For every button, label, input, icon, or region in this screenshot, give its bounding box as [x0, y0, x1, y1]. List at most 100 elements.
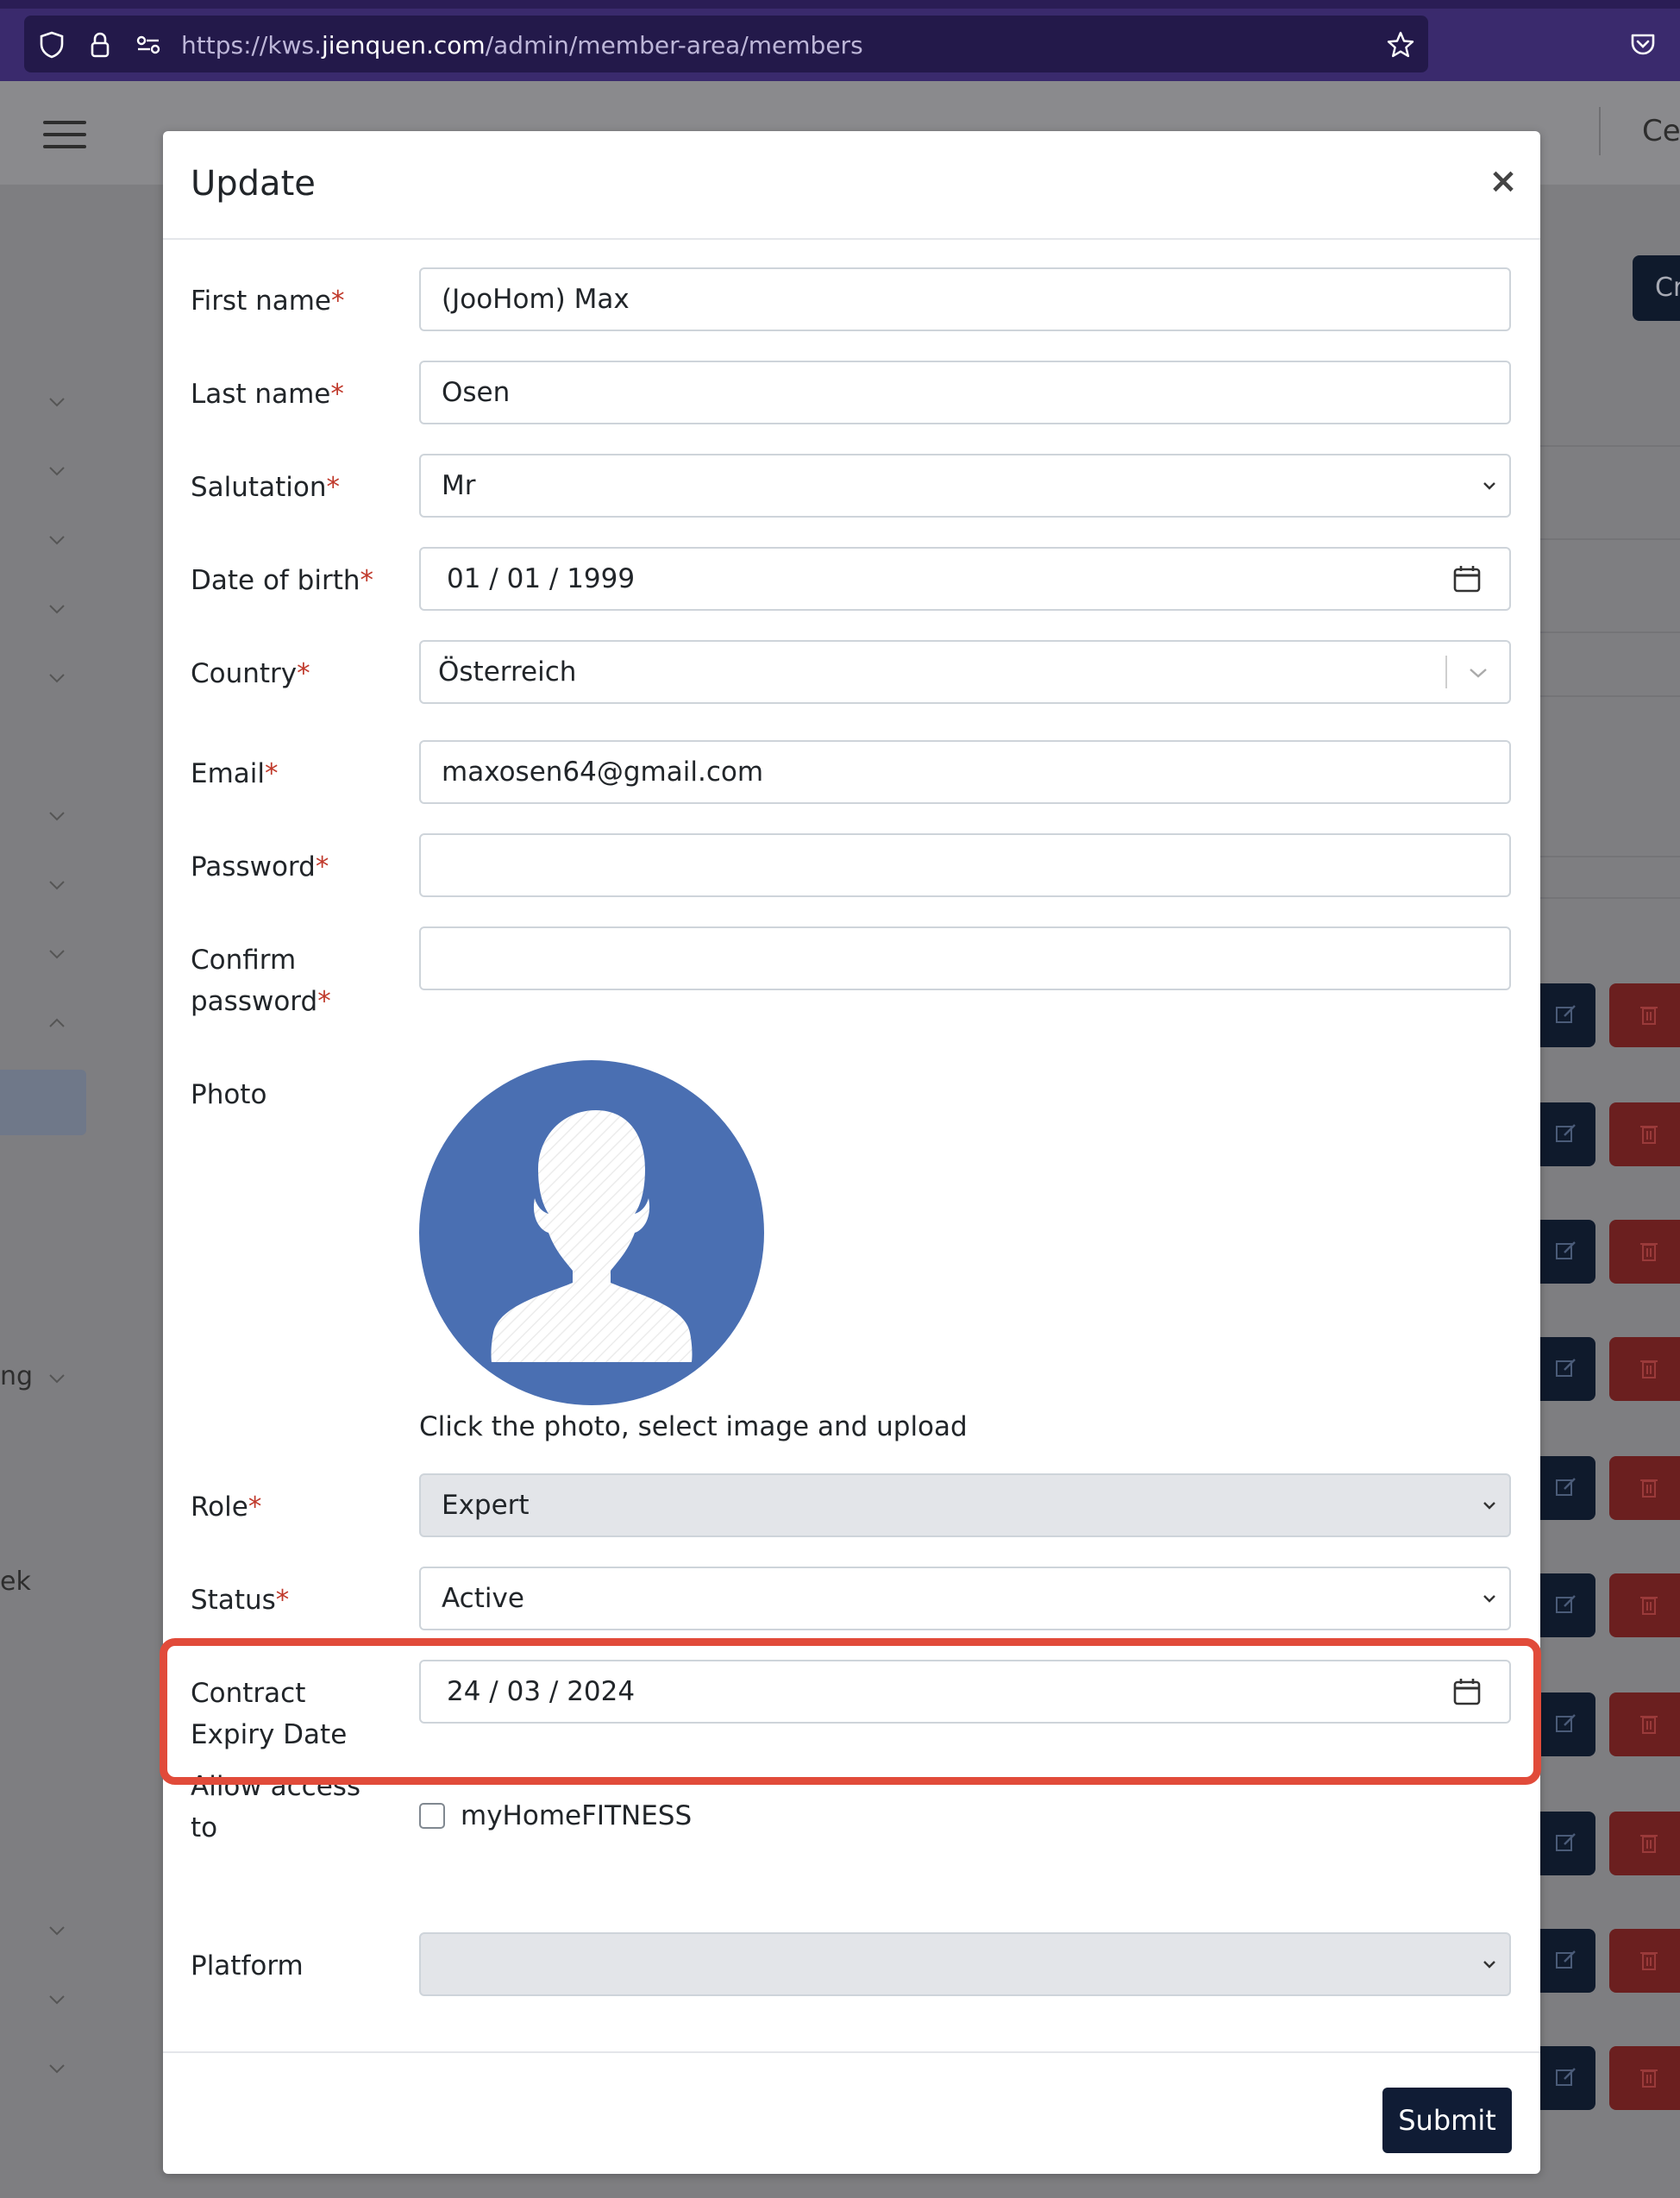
required-marker: *	[248, 1492, 262, 1523]
country-select[interactable]: Österreich	[419, 640, 1511, 704]
table-divider	[1540, 695, 1680, 697]
last-name-input[interactable]: Osen	[419, 361, 1511, 424]
label-text: Status	[191, 1585, 276, 1616]
last-name-label: Last name*	[191, 374, 344, 415]
chevron-down-icon[interactable]	[47, 875, 67, 895]
label-text: Date of birth	[191, 565, 360, 596]
calendar-icon[interactable]	[1452, 564, 1482, 593]
edit-icon	[1556, 1950, 1576, 1969]
sidebar-active-item[interactable]	[0, 1070, 86, 1135]
delete-button[interactable]	[1609, 1337, 1680, 1401]
chevron-down-icon[interactable]	[47, 944, 67, 964]
address-bar[interactable]: https://kws.jienquen.com/admin/member-ar…	[24, 16, 1428, 72]
edit-button[interactable]	[1540, 1692, 1595, 1756]
chevron-down-icon[interactable]	[47, 1989, 67, 2010]
trash-icon	[1640, 1126, 1658, 1144]
lock-icon[interactable]	[85, 29, 116, 60]
required-marker: *	[317, 986, 331, 1017]
sidebar-partial-label[interactable]: ek	[0, 1567, 31, 1597]
trash-icon	[1640, 1007, 1658, 1025]
label-text: Last name	[191, 379, 331, 410]
tab-strip	[0, 0, 1680, 9]
close-button[interactable]: ×	[1486, 164, 1520, 198]
create-button[interactable]: Cr	[1633, 255, 1680, 321]
first-name-input[interactable]: (JooHom) Max	[419, 267, 1511, 331]
date-of-birth-input[interactable]: 01 / 01 / 1999	[419, 547, 1511, 611]
delete-button[interactable]	[1609, 1220, 1680, 1284]
chevron-down-icon[interactable]	[1468, 666, 1489, 680]
edit-button[interactable]	[1540, 1337, 1595, 1401]
trash-icon	[1640, 1360, 1658, 1378]
platform-select[interactable]	[419, 1932, 1511, 1996]
edit-icon	[1556, 2068, 1576, 2086]
platform-label: Platform	[191, 1950, 304, 1981]
delete-button[interactable]	[1609, 1573, 1680, 1637]
role-select[interactable]: Expert	[419, 1473, 1511, 1537]
chevron-up-icon[interactable]	[47, 1013, 67, 1033]
browser-toolbar: https://kws.jienquen.com/admin/member-ar…	[0, 0, 1680, 81]
myhomefitness-label[interactable]: myHomeFITNESS	[461, 1795, 692, 1837]
password-input[interactable]	[419, 833, 1511, 897]
chevron-down-icon[interactable]	[47, 461, 67, 481]
edit-button[interactable]	[1540, 1456, 1595, 1520]
permissions-icon[interactable]	[133, 29, 164, 60]
required-marker: *	[297, 658, 310, 689]
edit-button[interactable]	[1540, 1929, 1595, 1993]
chevron-down-icon[interactable]	[47, 392, 67, 412]
chevron-down-icon	[1483, 1961, 1495, 1969]
chevron-down-icon[interactable]	[47, 599, 67, 619]
pocket-icon[interactable]	[1628, 29, 1658, 59]
url-text[interactable]: https://kws.jienquen.com/admin/member-ar…	[181, 31, 863, 60]
edit-button[interactable]	[1540, 1573, 1595, 1637]
delete-button[interactable]	[1609, 2046, 1680, 2110]
edit-button[interactable]	[1540, 1220, 1595, 1284]
delete-button[interactable]	[1609, 1812, 1680, 1875]
shield-icon[interactable]	[36, 29, 67, 60]
edit-button[interactable]	[1540, 2046, 1595, 2110]
delete-button[interactable]	[1609, 1102, 1680, 1166]
chevron-down-icon[interactable]	[47, 1368, 67, 1389]
sidebar-partial-label[interactable]: ng	[0, 1361, 33, 1391]
chevron-down-icon[interactable]	[47, 530, 67, 550]
highlight-annotation	[160, 1638, 1541, 1785]
chevron-down-icon[interactable]	[47, 2058, 67, 2079]
avatar-upload[interactable]	[419, 1060, 764, 1405]
delete-button[interactable]	[1609, 1929, 1680, 1993]
edit-button[interactable]	[1540, 1812, 1595, 1875]
trash-icon	[1640, 1597, 1658, 1615]
submit-button[interactable]: Submit	[1382, 2088, 1512, 2153]
url-domain: jienquen.com	[321, 31, 486, 60]
chevron-down-icon[interactable]	[47, 668, 67, 688]
confirm-password-input[interactable]	[419, 926, 1511, 990]
hamburger-menu-icon[interactable]	[43, 121, 86, 150]
date-of-birth-value: 01 / 01 / 1999	[447, 563, 636, 594]
delete-button[interactable]	[1609, 1692, 1680, 1756]
required-marker: *	[331, 286, 345, 317]
email-input[interactable]: maxosen64@gmail.com	[419, 740, 1511, 804]
edit-icon	[1556, 1359, 1576, 1377]
edit-button[interactable]	[1540, 1102, 1595, 1166]
date-of-birth-label: Date of birth*	[191, 560, 373, 601]
delete-button[interactable]	[1609, 983, 1680, 1047]
chevron-down-icon[interactable]	[47, 1920, 67, 1941]
url-prefix: https://kws.	[181, 31, 322, 60]
trash-icon	[1640, 1952, 1658, 1970]
header-divider	[1599, 107, 1601, 155]
select-separator	[1445, 656, 1447, 688]
label-text: Salutation	[191, 472, 327, 503]
label-line: password	[191, 986, 318, 1017]
update-member-modal: Update × First name* (JooHom) Max Last n…	[163, 131, 1540, 2174]
delete-button[interactable]	[1609, 1456, 1680, 1520]
status-select[interactable]: Active	[419, 1567, 1511, 1630]
label-text: First name	[191, 286, 332, 317]
bookmark-star-icon[interactable]	[1385, 29, 1416, 60]
label-line: Confirm	[191, 945, 297, 976]
modal-footer: Submit	[163, 2051, 1540, 2176]
chevron-down-icon[interactable]	[47, 806, 67, 826]
salutation-select[interactable]: Mr	[419, 454, 1511, 518]
myhomefitness-checkbox[interactable]	[419, 1803, 445, 1829]
chevron-down-icon	[1483, 482, 1495, 490]
confirm-password-label: Confirm password*	[191, 939, 331, 1022]
edit-button[interactable]	[1540, 983, 1595, 1047]
edit-icon	[1556, 1833, 1576, 1851]
